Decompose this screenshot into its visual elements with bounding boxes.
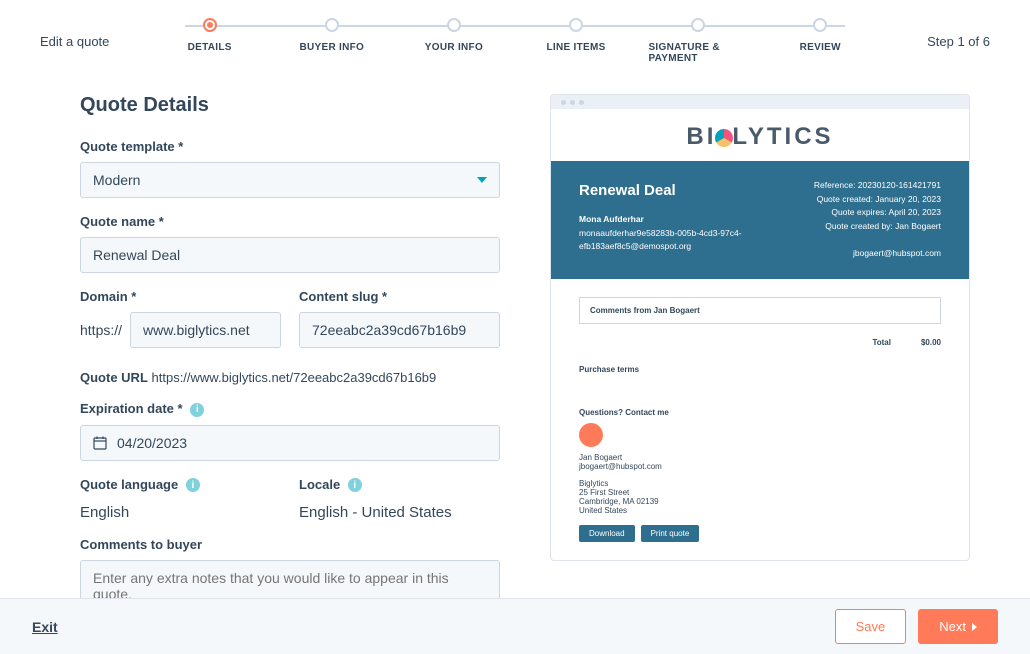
name-label: Quote name * xyxy=(80,214,500,229)
slug-input[interactable] xyxy=(299,312,500,348)
calendar-icon xyxy=(93,436,107,450)
preview-comments-heading: Comments from Jan Bogaert xyxy=(590,306,700,315)
stepper: DETAILS BUYER INFO YOUR INFO LINE ITEMS … xyxy=(160,18,870,64)
save-button[interactable]: Save xyxy=(835,609,907,644)
footer-bar: Exit Save Next xyxy=(0,598,1030,654)
preview-expires: Quote expires: April 20, 2023 xyxy=(814,206,941,220)
preview-buyer-email1: monaaufderhar9e58283b-005b-4cd3-97c4- xyxy=(579,227,742,241)
step-circle-icon xyxy=(569,18,583,32)
preview-created: Quote created: January 20, 2023 xyxy=(814,193,941,207)
preview-column: BILYTICS Renewal Deal Mona Aufderhar mon… xyxy=(550,94,970,623)
preview-print-button: Print quote xyxy=(641,525,700,542)
preview-header: Renewal Deal Mona Aufderhar monaaufderha… xyxy=(551,161,969,279)
preview-created-by: Quote created by: Jan Bogaert xyxy=(814,220,941,234)
preview-total-value: $0.00 xyxy=(921,338,941,347)
comments-textarea[interactable] xyxy=(80,560,500,602)
preview-company: Biglytics xyxy=(579,479,941,488)
step-circle-icon xyxy=(203,18,217,32)
preview-reference: Reference: 20230120-161421791 xyxy=(814,179,941,193)
step-your-info[interactable]: YOUR INFO xyxy=(404,18,503,53)
preview-total-label: Total xyxy=(872,338,891,347)
preview-card: BILYTICS Renewal Deal Mona Aufderhar mon… xyxy=(550,94,970,561)
template-value: Modern xyxy=(93,172,140,188)
step-circle-icon xyxy=(447,18,461,32)
domain-input[interactable] xyxy=(130,312,281,348)
template-select[interactable]: Modern xyxy=(80,162,500,198)
step-circle-icon xyxy=(813,18,827,32)
info-icon[interactable]: i xyxy=(186,478,200,492)
avatar xyxy=(579,423,603,447)
logo-accent-icon xyxy=(715,129,733,147)
form-column: Quote Details Quote template * Modern Qu… xyxy=(80,94,500,623)
step-buyer-info[interactable]: BUYER INFO xyxy=(282,18,381,53)
preview-addr1: 25 First Street xyxy=(579,488,941,497)
quote-url-label: Quote URL xyxy=(80,370,148,385)
expiration-label: Expiration date * i xyxy=(80,401,500,417)
language-label: Quote language i xyxy=(80,477,281,493)
step-circle-icon xyxy=(691,18,705,32)
preview-creator-email: jbogaert@hubspot.com xyxy=(814,247,941,261)
quote-url-value: https://www.biglytics.net/72eeabc2a39cd6… xyxy=(152,370,437,385)
preview-terms-label: Purchase terms xyxy=(579,365,941,374)
window-dots xyxy=(551,95,969,109)
chevron-right-icon xyxy=(972,623,977,631)
quote-name-input[interactable] xyxy=(80,237,500,273)
exit-link[interactable]: Exit xyxy=(32,619,58,635)
domain-prefix: https:// xyxy=(80,322,122,338)
step-signature-payment[interactable]: SIGNATURE & PAYMENT xyxy=(648,18,747,64)
header-bar: Edit a quote DETAILS BUYER INFO YOUR INF… xyxy=(0,0,1030,74)
preview-body: Comments from Jan Bogaert Total $0.00 Pu… xyxy=(551,279,969,560)
preview-deal-title: Renewal Deal xyxy=(579,179,742,203)
language-value: English xyxy=(80,500,281,521)
domain-label: Domain * xyxy=(80,289,281,304)
preview-buyer-email2: efb183aef8c5@demospot.org xyxy=(579,240,742,254)
preview-buyer-name: Mona Aufderhar xyxy=(579,214,644,224)
preview-comments-box: Comments from Jan Bogaert xyxy=(579,297,941,324)
info-icon[interactable]: i xyxy=(190,403,204,417)
preview-addr3: United States xyxy=(579,506,941,515)
next-button-label: Next xyxy=(939,619,966,634)
step-circle-icon xyxy=(325,18,339,32)
preview-addr2: Cambridge, MA 02139 xyxy=(579,497,941,506)
locale-value: English - United States xyxy=(299,500,500,521)
preview-logo: BILYTICS xyxy=(551,109,969,161)
slug-label: Content slug * xyxy=(299,289,500,304)
preview-download-button: Download xyxy=(579,525,635,542)
expiration-value: 04/20/2023 xyxy=(117,435,187,451)
preview-contact-label: Questions? Contact me xyxy=(579,408,941,417)
step-indicator: Step 1 of 6 xyxy=(870,34,990,49)
next-button[interactable]: Next xyxy=(918,609,998,644)
chevron-down-icon xyxy=(477,177,487,183)
step-line-items[interactable]: LINE ITEMS xyxy=(526,18,625,53)
info-icon[interactable]: i xyxy=(348,478,362,492)
expiration-date-input[interactable]: 04/20/2023 xyxy=(80,425,500,461)
preview-contact-name: Jan Bogaert xyxy=(579,453,941,462)
form-heading: Quote Details xyxy=(80,94,500,117)
page-title: Edit a quote xyxy=(40,34,160,49)
comments-label: Comments to buyer xyxy=(80,537,500,552)
quote-url-row: Quote URL https://www.biglytics.net/72ee… xyxy=(80,370,500,385)
template-label: Quote template * xyxy=(80,139,500,154)
preview-contact-email: jbogaert@hubspot.com xyxy=(579,462,941,471)
step-details[interactable]: DETAILS xyxy=(160,18,259,53)
step-review[interactable]: REVIEW xyxy=(771,18,870,53)
locale-label: Locale i xyxy=(299,477,500,493)
